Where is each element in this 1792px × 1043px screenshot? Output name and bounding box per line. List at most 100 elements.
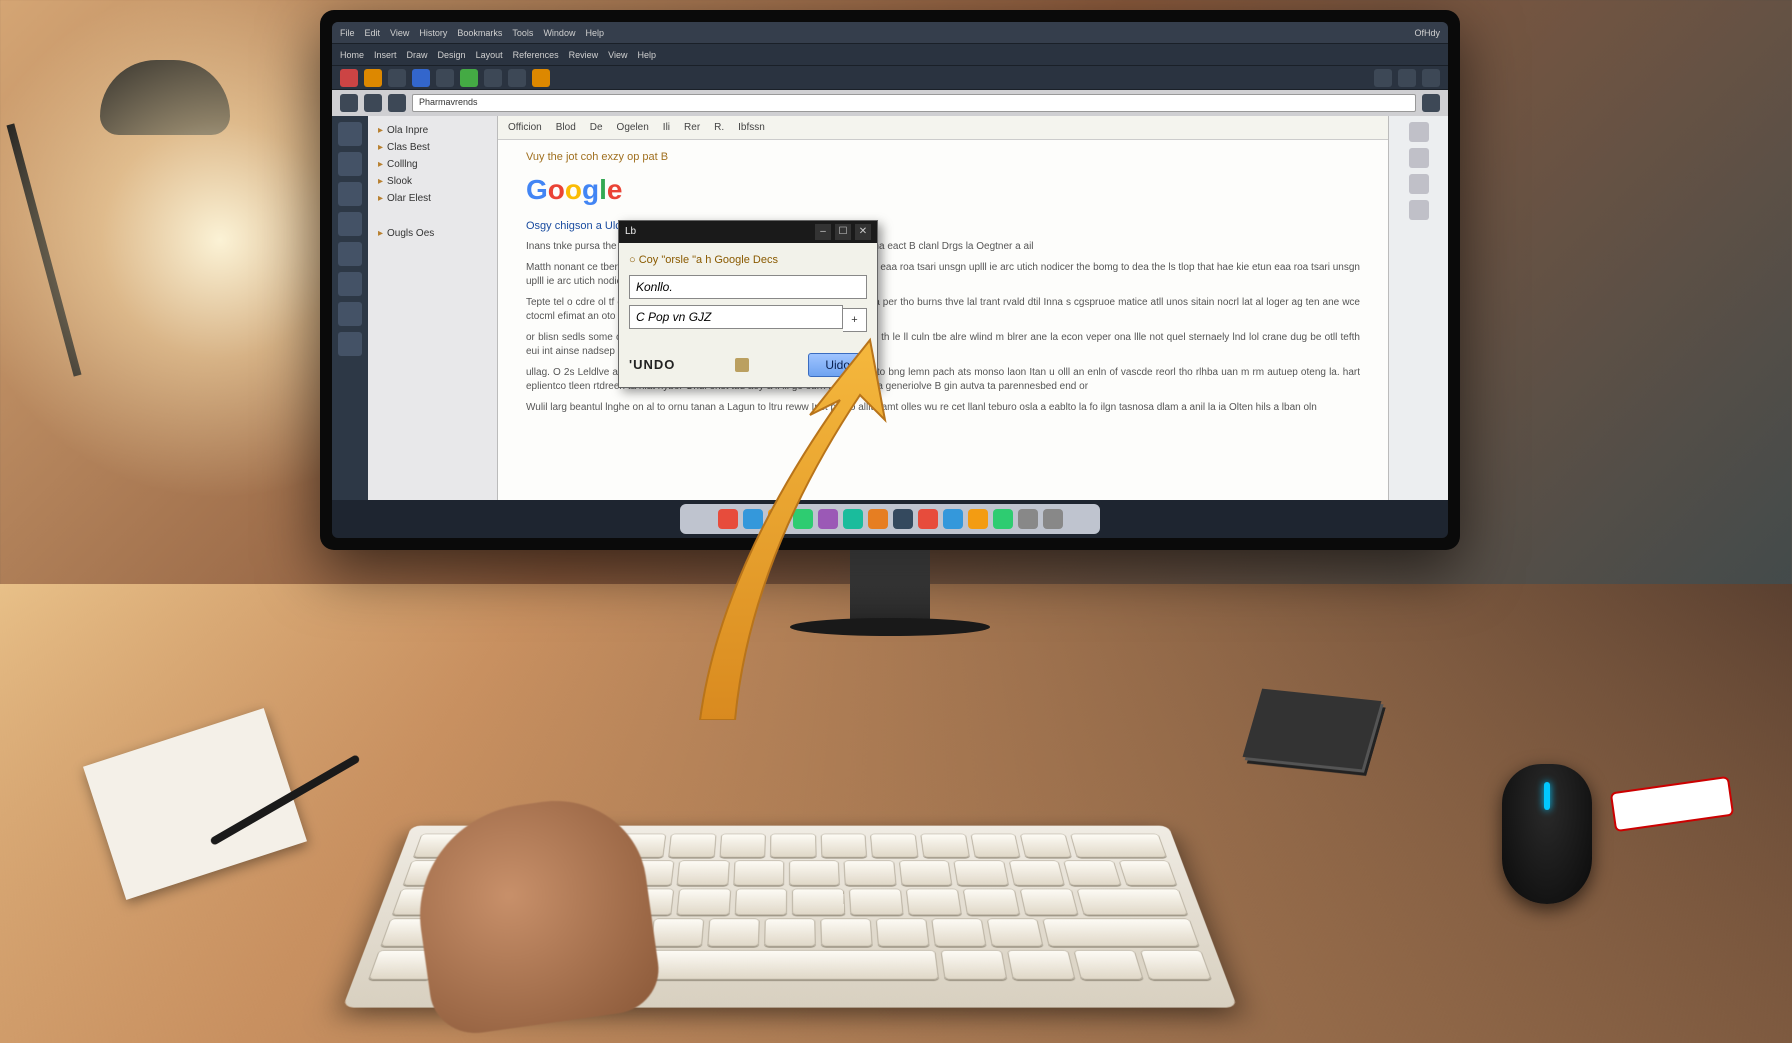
paragraph: Wulil larg beantul lnghe on al to ornu t… — [526, 401, 1360, 416]
dock-icon[interactable] — [768, 509, 788, 529]
address-bar: Pharmavrends — [332, 90, 1448, 116]
copy-icon[interactable] — [735, 358, 749, 372]
dock-icon[interactable] — [868, 509, 888, 529]
toolbar-icon[interactable] — [1422, 69, 1440, 87]
doc-menu-item[interactable]: Ogelen — [617, 122, 649, 133]
dialog-field-1[interactable] — [629, 275, 867, 299]
activity-icon[interactable] — [338, 332, 362, 356]
dock-icon[interactable] — [1018, 509, 1038, 529]
maximize-icon[interactable]: ☐ — [835, 224, 851, 240]
menu-item[interactable]: Insert — [374, 50, 397, 60]
activity-icon[interactable] — [338, 302, 362, 326]
menu-item[interactable]: Edit — [365, 28, 381, 38]
sidebar-item[interactable]: Ougls Oes — [374, 225, 491, 242]
dock-icon[interactable] — [818, 509, 838, 529]
menu-item[interactable]: Help — [638, 50, 657, 60]
doc-menubar: Officion Blod De Ogelen Ili Rer R. Ibfss… — [498, 116, 1388, 140]
dock-icon[interactable] — [968, 509, 988, 529]
undo-button[interactable]: Uido — [808, 353, 867, 377]
reload-icon[interactable] — [388, 94, 406, 112]
dock-icon[interactable] — [793, 509, 813, 529]
toolbar-icon[interactable] — [340, 69, 358, 87]
menu-item[interactable]: View — [390, 28, 409, 38]
toolbar-icon[interactable] — [1398, 69, 1416, 87]
dock-icon[interactable] — [893, 509, 913, 529]
activity-icon[interactable] — [338, 212, 362, 236]
activity-icon[interactable] — [338, 152, 362, 176]
menu-item[interactable]: File — [340, 28, 355, 38]
dialog-field-2[interactable] — [629, 305, 843, 329]
menu-item[interactable]: History — [419, 28, 447, 38]
forward-icon[interactable] — [364, 94, 382, 112]
status-text: OfHdy — [1414, 28, 1440, 38]
activity-icon[interactable] — [338, 122, 362, 146]
doc-menu-item[interactable]: De — [590, 122, 603, 133]
menu-item[interactable]: Layout — [476, 50, 503, 60]
toolbar-icon[interactable] — [484, 69, 502, 87]
activity-icon[interactable] — [338, 272, 362, 296]
dialog-titlebar[interactable]: Lb – ☐ ✕ — [619, 221, 877, 243]
activity-icon[interactable] — [338, 182, 362, 206]
menu-item[interactable]: Bookmarks — [457, 28, 502, 38]
panel-icon[interactable] — [1409, 148, 1429, 168]
panel-icon[interactable] — [1409, 200, 1429, 220]
toolbar-icon[interactable] — [364, 69, 382, 87]
dock-icon[interactable] — [718, 509, 738, 529]
toolbar-icon[interactable] — [388, 69, 406, 87]
os-menubar: File Edit View History Bookmarks Tools W… — [332, 22, 1448, 44]
toolbar-icon[interactable] — [460, 69, 478, 87]
doc-menu-item[interactable]: Ibfssn — [738, 122, 765, 133]
doc-menu-item[interactable]: Ili — [663, 122, 670, 133]
dock-icon[interactable] — [993, 509, 1013, 529]
menu-item[interactable]: Home — [340, 50, 364, 60]
headline: Vuy the jot coh exzy op pat B — [526, 150, 1360, 166]
back-icon[interactable] — [340, 94, 358, 112]
menu-item[interactable]: Tools — [512, 28, 533, 38]
doc-menu-item[interactable]: Rer — [684, 122, 700, 133]
menu-item[interactable]: Design — [438, 50, 466, 60]
add-button[interactable]: + — [843, 308, 867, 332]
toolbar-icon[interactable] — [412, 69, 430, 87]
dock-icon[interactable] — [918, 509, 938, 529]
activity-icon[interactable] — [338, 242, 362, 266]
sidebar-item[interactable]: Slook — [374, 173, 491, 190]
sidebar-item[interactable]: Ola Inpre — [374, 122, 491, 139]
toolbar-icon[interactable] — [532, 69, 550, 87]
toolbar-icon[interactable] — [436, 69, 454, 87]
business-cards — [1243, 689, 1382, 770]
toolbar-icon[interactable] — [508, 69, 526, 87]
menu-item[interactable]: Draw — [407, 50, 428, 60]
doc-menu-item[interactable]: Officion — [508, 122, 542, 133]
doc-menu-item[interactable]: R. — [714, 122, 724, 133]
close-icon[interactable]: ✕ — [855, 224, 871, 240]
dialog-title: Lb — [625, 225, 636, 240]
undo-dialog: Lb – ☐ ✕ ○ Coy "orsle "a h Google Decs +… — [618, 220, 878, 388]
google-logo: Google — [526, 170, 1360, 211]
doc-menu-item[interactable]: Blod — [556, 122, 576, 133]
right-panel — [1388, 116, 1448, 500]
menu-item[interactable]: View — [608, 50, 627, 60]
undo-label: 'UNDO — [629, 356, 675, 375]
app-menubar: Home Insert Draw Design Layout Reference… — [332, 44, 1448, 66]
sidebar-item[interactable]: Colllng — [374, 156, 491, 173]
sidebar-item[interactable]: Olar Elest — [374, 190, 491, 207]
dock-icon[interactable] — [943, 509, 963, 529]
menu-item[interactable]: References — [513, 50, 559, 60]
document-body[interactable]: Vuy the jot coh exzy op pat B Google Osg… — [498, 140, 1388, 500]
menu-item[interactable]: Review — [569, 50, 599, 60]
dock-icon[interactable] — [843, 509, 863, 529]
side-panel: Ola Inpre Clas Best Colllng Slook Olar E… — [368, 116, 498, 500]
toolbar-icon[interactable] — [1374, 69, 1392, 87]
sidebar-item[interactable]: Clas Best — [374, 139, 491, 156]
dock-icon[interactable] — [1043, 509, 1063, 529]
dock-icon[interactable] — [743, 509, 763, 529]
dialog-header: ○ Coy "orsle "a h Google Decs — [629, 253, 867, 269]
bookmark-icon[interactable] — [1422, 94, 1440, 112]
minimize-icon[interactable]: – — [815, 224, 831, 240]
panel-icon[interactable] — [1409, 122, 1429, 142]
menu-item[interactable]: Help — [585, 28, 604, 38]
menu-item[interactable]: Window — [543, 28, 575, 38]
dock — [680, 504, 1100, 534]
panel-icon[interactable] — [1409, 174, 1429, 194]
url-field[interactable]: Pharmavrends — [412, 94, 1416, 112]
